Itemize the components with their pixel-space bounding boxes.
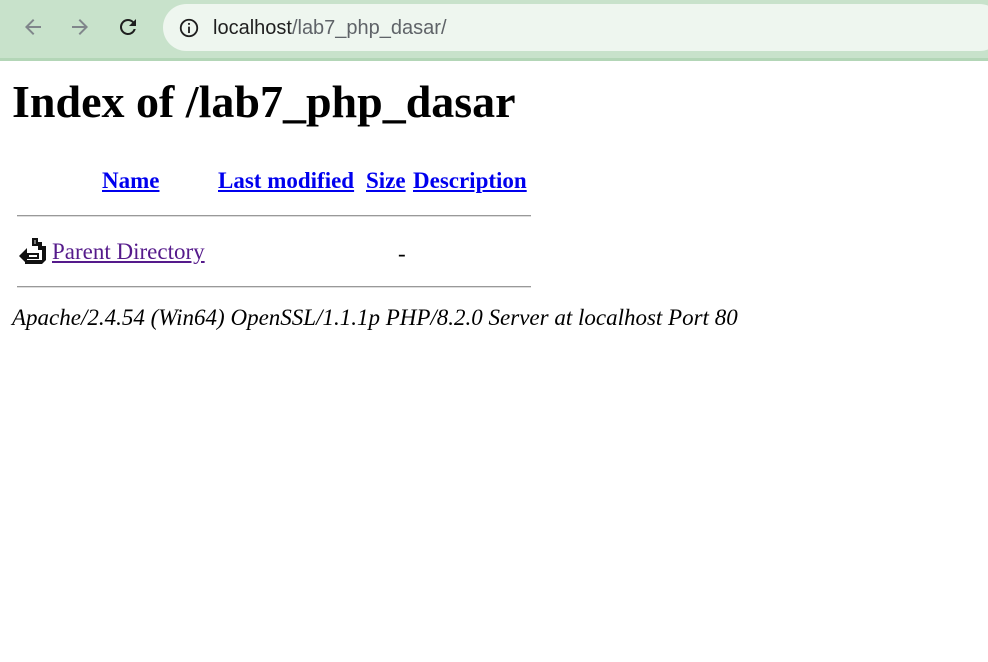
- page-title: Index of /lab7_php_dasar: [12, 76, 516, 127]
- url-path: /lab7_php_dasar/: [291, 17, 447, 39]
- parent-directory-link[interactable]: Parent Directory: [52, 239, 205, 264]
- parent-directory-cell: Parent Directory: [52, 238, 205, 266]
- url-host: localhost: [213, 17, 292, 39]
- parent-directory-icon: [19, 238, 46, 264]
- column-header-name: Name: [102, 167, 159, 195]
- header-divider: [17, 215, 531, 217]
- sort-by-description-link[interactable]: Description: [413, 168, 527, 193]
- forward-button[interactable]: [63, 10, 97, 44]
- arrow-right-icon: [72, 19, 88, 35]
- back-button[interactable]: [16, 10, 50, 44]
- reload-icon: [119, 18, 136, 35]
- page-content: Index of /lab7_php_dasar Name Last modif…: [0, 61, 988, 662]
- footer-divider: [17, 286, 531, 288]
- sort-by-name-link[interactable]: Name: [102, 168, 159, 193]
- url-text[interactable]: localhost/lab7_php_dasar/: [213, 16, 447, 40]
- size-cell: -: [398, 241, 406, 266]
- sort-by-size-link[interactable]: Size: [366, 168, 406, 193]
- server-signature: Apache/2.4.54 (Win64) OpenSSL/1.1.1p PHP…: [12, 305, 738, 330]
- column-header-description: Description: [413, 167, 527, 195]
- address-bar[interactable]: localhost/lab7_php_dasar/: [163, 4, 988, 51]
- arrow-left-icon: [25, 19, 41, 35]
- browser-toolbar: localhost/lab7_php_dasar/: [0, 0, 988, 61]
- reload-button[interactable]: [111, 10, 145, 44]
- column-header-last-modified: Last modified: [218, 167, 354, 195]
- info-icon[interactable]: [178, 17, 200, 39]
- sort-by-last-modified-link[interactable]: Last modified: [218, 168, 354, 193]
- column-header-size: Size: [366, 167, 406, 195]
